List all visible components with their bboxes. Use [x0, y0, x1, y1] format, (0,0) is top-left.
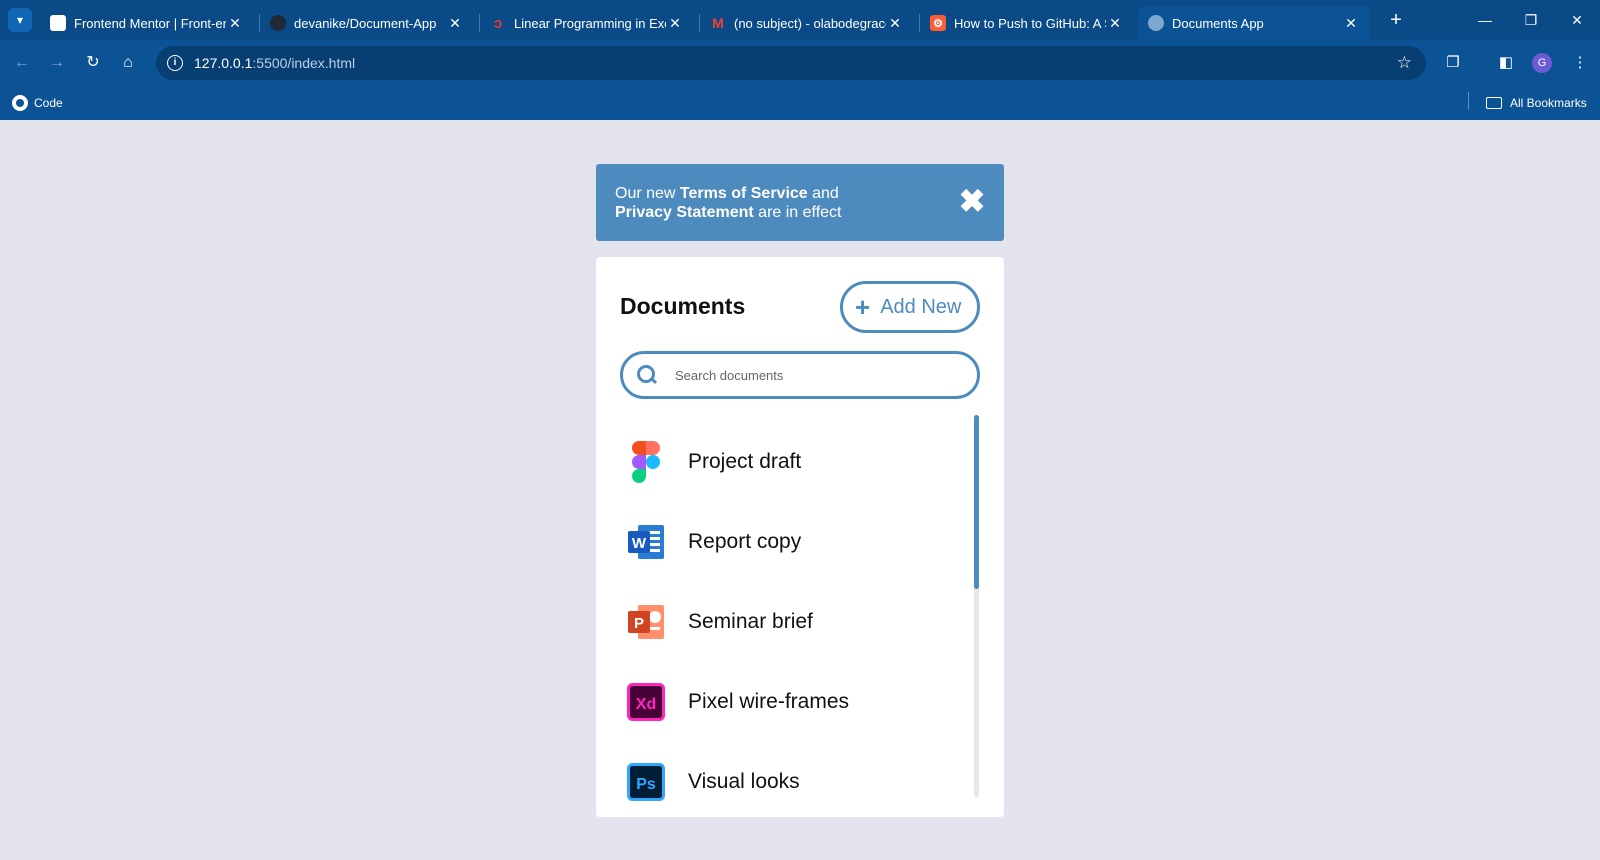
address-host: 127.0.0.1 [194, 55, 253, 71]
home-button[interactable]: ⌂ [116, 51, 140, 75]
tab-hubspot[interactable]: ⚙ How to Push to GitHub: A St ✕ [920, 6, 1134, 40]
tab-gmail[interactable]: M (no subject) - olabodegrace1 ✕ [700, 6, 914, 40]
bookmark-label: Code [34, 96, 63, 110]
github-icon [12, 95, 28, 111]
bookmark-code[interactable]: Code [12, 92, 63, 114]
svg-text:Xd: Xd [636, 696, 656, 713]
terms-banner: Our new Terms of Service and Privacy Sta… [596, 164, 1004, 241]
tab-strip: ▾ Frontend Mentor | Front-end ✕ devanike… [0, 0, 1600, 40]
close-icon[interactable]: ✕ [1342, 15, 1360, 32]
documents-title: Documents [620, 293, 746, 319]
document-item[interactable]: Ps Visual looks [620, 757, 960, 807]
svg-text:P: P [634, 615, 644, 632]
site-icon: ɔ [493, 14, 503, 32]
side-panel-icon[interactable]: ◧ [1494, 51, 1518, 75]
window-close-button[interactable]: ✕ [1562, 8, 1592, 32]
forward-button[interactable]: → [45, 51, 69, 75]
tab-title: Linear Programming in Excel [514, 15, 666, 31]
tab-title: (no subject) - olabodegrace1 [734, 15, 886, 31]
terms-of-service-link: Terms of Service [679, 185, 808, 202]
document-item[interactable]: Project draft [620, 437, 960, 487]
banner-text: Our new [615, 185, 680, 202]
search-input[interactable] [675, 367, 955, 383]
banner-text: are in effect [753, 204, 842, 221]
profile-avatar[interactable]: G [1532, 53, 1552, 73]
browser-toolbar: ← → ↻ ⌂ i 127.0.0.1:5500/index.html ☆ ❐ … [0, 40, 1600, 86]
menu-icon[interactable]: ⋮ [1568, 51, 1592, 75]
document-name: Pixel wire-frames [688, 690, 850, 713]
powerpoint-icon: P [626, 602, 666, 642]
document-item[interactable]: P Seminar brief [620, 597, 960, 647]
search-icon [637, 365, 657, 385]
document-name: Visual looks [688, 770, 800, 793]
site-info-icon[interactable]: i [167, 55, 183, 71]
list-scrollbar-thumb[interactable] [974, 415, 979, 589]
xd-icon: Xd [626, 682, 666, 722]
minimize-button[interactable]: — [1470, 8, 1500, 32]
svg-text:W: W [632, 535, 647, 552]
frontend-mentor-icon [50, 15, 66, 31]
privacy-statement-link: Privacy Statement [615, 204, 754, 221]
hubspot-icon: ⚙ [930, 15, 946, 31]
folder-icon [1486, 97, 1502, 109]
close-icon[interactable]: ✕ [886, 15, 904, 32]
photoshop-icon: Ps [626, 762, 666, 802]
svg-text:Ps: Ps [636, 776, 656, 793]
close-icon[interactable]: ✕ [666, 15, 684, 32]
tab-search-button[interactable]: ▾ [8, 8, 32, 32]
extensions-icon[interactable]: ❐ [1441, 51, 1465, 75]
tab-title: devanike/Document-App [294, 15, 437, 31]
address-path: :5500/index.html [252, 55, 356, 71]
document-name: Seminar brief [688, 610, 813, 633]
gmail-icon: M [712, 15, 724, 31]
close-icon[interactable]: ✕ [1106, 15, 1124, 32]
tab-linear-programming[interactable]: ɔ Linear Programming in Excel ✕ [480, 6, 694, 40]
back-button[interactable]: ← [10, 51, 34, 75]
bookmarks-divider [1468, 92, 1469, 110]
search-box[interactable] [620, 351, 980, 399]
reload-button[interactable]: ↻ [81, 51, 105, 75]
add-new-button[interactable]: + Add New [840, 281, 980, 333]
document-item[interactable]: W Report copy [620, 517, 960, 567]
address-bar[interactable]: i 127.0.0.1:5500/index.html ☆ [156, 46, 1426, 80]
banner-close-icon[interactable]: ✖ [957, 185, 987, 217]
document-name: Project draft [688, 450, 802, 473]
globe-icon [1148, 15, 1164, 31]
tab-frontend-mentor[interactable]: Frontend Mentor | Front-end ✕ [40, 6, 254, 40]
close-icon[interactable]: ✕ [446, 15, 464, 32]
tab-github[interactable]: devanike/Document-App ✕ [260, 6, 474, 40]
banner-text: and [807, 185, 839, 202]
tab-title: How to Push to GitHub: A St [954, 15, 1106, 31]
new-tab-button[interactable]: + [1383, 8, 1409, 34]
github-icon [270, 15, 286, 31]
restore-button[interactable]: ❐ [1516, 8, 1546, 32]
bookmarks-bar: Code All Bookmarks [0, 86, 1600, 120]
figma-icon [626, 441, 666, 483]
tab-title: Documents App [1172, 15, 1264, 31]
document-name: Report copy [688, 530, 802, 553]
add-new-label: Add New [880, 295, 962, 318]
all-bookmarks[interactable]: All Bookmarks [1486, 92, 1587, 114]
document-item[interactable]: Xd Pixel wire-frames [620, 677, 960, 727]
close-icon[interactable]: ✕ [226, 15, 244, 32]
documents-list: Project draft W Report copy P Seminar br… [620, 415, 960, 817]
browser-chrome: ▾ Frontend Mentor | Front-end ✕ devanike… [0, 0, 1600, 120]
bookmark-label: All Bookmarks [1510, 96, 1587, 110]
plus-icon: + [855, 292, 871, 322]
bookmark-star-icon[interactable]: ☆ [1397, 53, 1412, 73]
tab-documents-app[interactable]: Documents App ✕ [1138, 6, 1370, 40]
word-icon: W [626, 522, 666, 562]
tab-title: Frontend Mentor | Front-end [74, 15, 226, 31]
documents-card: Documents + Add New Project draft [596, 257, 1004, 817]
